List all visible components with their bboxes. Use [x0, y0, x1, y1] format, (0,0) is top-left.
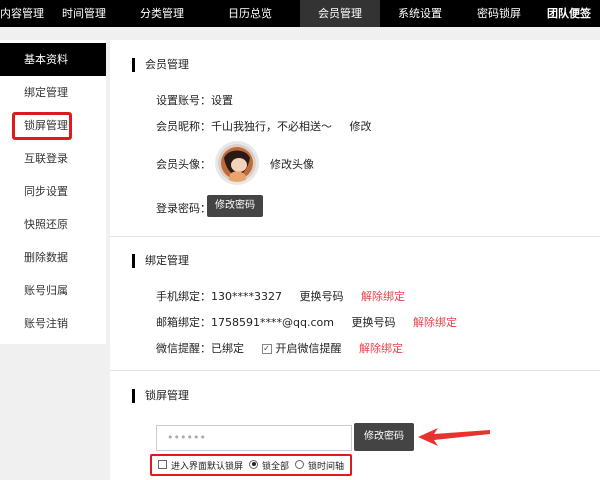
lock-password-input[interactable]: ••••••: [156, 425, 352, 451]
email-unbind-link[interactable]: 解除绑定: [413, 316, 457, 329]
nav-tab-team-notes[interactable]: 团队便签: [538, 0, 600, 27]
email-binding-row: 邮箱绑定：1758591****@qq.com 更换号码 解除绑定: [156, 314, 457, 330]
phone-value: 130****3327: [211, 290, 282, 303]
lock-timeline-label: 锁时间轴: [308, 461, 345, 472]
lock-all-option[interactable]: 锁全部: [249, 459, 289, 472]
sidebar-item-delete-data[interactable]: 删除数据: [0, 241, 106, 274]
radio-selected-icon[interactable]: [249, 459, 259, 469]
avatar-label: 会员头像：: [156, 158, 211, 171]
wechat-label: 微信提醒：: [156, 342, 211, 355]
lock-all-label: 锁全部: [262, 461, 290, 472]
nav-tab-member[interactable]: 会员管理: [300, 0, 380, 27]
nickname-edit-link[interactable]: 修改: [350, 120, 372, 133]
nav-tab-lockscreen[interactable]: 密码锁屏: [460, 0, 538, 27]
checkbox-icon[interactable]: [158, 459, 167, 469]
login-password-change-button[interactable]: 修改密码: [207, 195, 263, 217]
section-title-binding: 绑定管理: [132, 254, 189, 268]
nav-tab-calendar[interactable]: 日历总览: [200, 0, 300, 27]
email-value: 1758591****@qq.com: [211, 316, 334, 329]
nav-tab-time[interactable]: 时间管理: [44, 0, 124, 27]
annotation-arrow-icon: [418, 428, 490, 446]
phone-unbind-link[interactable]: 解除绑定: [361, 290, 405, 303]
divider: [110, 236, 600, 237]
wechat-reminder-toggle[interactable]: ✓ 开启微信提醒: [261, 342, 342, 355]
radio-icon[interactable]: [295, 459, 305, 469]
sidebar-item-sync[interactable]: 同步设置: [0, 175, 106, 208]
sidebar: 基本资料 绑定管理 锁屏管理 互联登录 同步设置 快照还原 删除数据 账号归属 …: [0, 40, 106, 344]
section-title-member: 会员管理: [132, 58, 189, 72]
nickname-label: 会员昵称：: [156, 120, 211, 133]
phone-label: 手机绑定：: [156, 290, 211, 303]
nav-tab-settings[interactable]: 系统设置: [380, 0, 460, 27]
lock-password-change-button[interactable]: 修改密码: [354, 423, 414, 451]
sidebar-item-social-login[interactable]: 互联登录: [0, 142, 106, 175]
default-lock-option[interactable]: 进入界面默认锁屏: [158, 459, 243, 472]
sidebar-item-snapshot[interactable]: 快照还原: [0, 208, 106, 241]
wechat-binding-row: 微信提醒：已绑定 ✓ 开启微信提醒 解除绑定: [156, 340, 403, 356]
sidebar-highlight-box: [12, 112, 72, 140]
email-change-link[interactable]: 更换号码: [351, 316, 395, 329]
lock-options-box: 进入界面默认锁屏 锁全部 锁时间轴: [150, 454, 352, 476]
wechat-reminder-label: 开启微信提醒: [275, 342, 342, 355]
lock-timeline-option[interactable]: 锁时间轴: [295, 459, 344, 472]
login-password-label: 登录密码：: [156, 202, 211, 215]
nav-tab-category[interactable]: 分类管理: [124, 0, 200, 27]
account-row: 设置账号：设置: [156, 92, 233, 108]
avatar[interactable]: [215, 141, 259, 185]
wechat-value: 已绑定: [211, 342, 244, 355]
section-title-lockscreen: 锁屏管理: [132, 389, 189, 403]
avatar-edit-link[interactable]: 修改头像: [270, 156, 314, 172]
nav-tab-content[interactable]: 内容管理: [0, 0, 44, 27]
phone-binding-row: 手机绑定：130****3327 更换号码 解除绑定: [156, 288, 405, 304]
wechat-unbind-link[interactable]: 解除绑定: [359, 342, 403, 355]
phone-change-link[interactable]: 更换号码: [300, 290, 344, 303]
account-value: 设置: [211, 94, 233, 107]
avatar-image: [218, 144, 256, 182]
divider: [110, 370, 600, 371]
sidebar-item-account-cancel[interactable]: 账号注销: [0, 307, 106, 340]
sidebar-item-basic-info[interactable]: 基本资料: [0, 43, 106, 76]
main-panel: 会员管理 设置账号：设置 会员昵称：千山我独行，不必相送～ 修改 会员头像： 修…: [110, 40, 600, 480]
email-label: 邮箱绑定：: [156, 316, 211, 329]
default-lock-label: 进入界面默认锁屏: [171, 461, 244, 472]
nickname-value: 千山我独行，不必相送～: [211, 120, 332, 133]
top-navigation: 内容管理 时间管理 分类管理 日历总览 会员管理 系统设置 密码锁屏 团队便签: [0, 0, 600, 27]
sidebar-item-binding[interactable]: 绑定管理: [0, 76, 106, 109]
account-label: 设置账号：: [156, 94, 211, 107]
checkbox-icon[interactable]: ✓: [261, 344, 272, 354]
nickname-row: 会员昵称：千山我独行，不必相送～ 修改: [156, 118, 372, 134]
sidebar-item-account-owner[interactable]: 账号归属: [0, 274, 106, 307]
